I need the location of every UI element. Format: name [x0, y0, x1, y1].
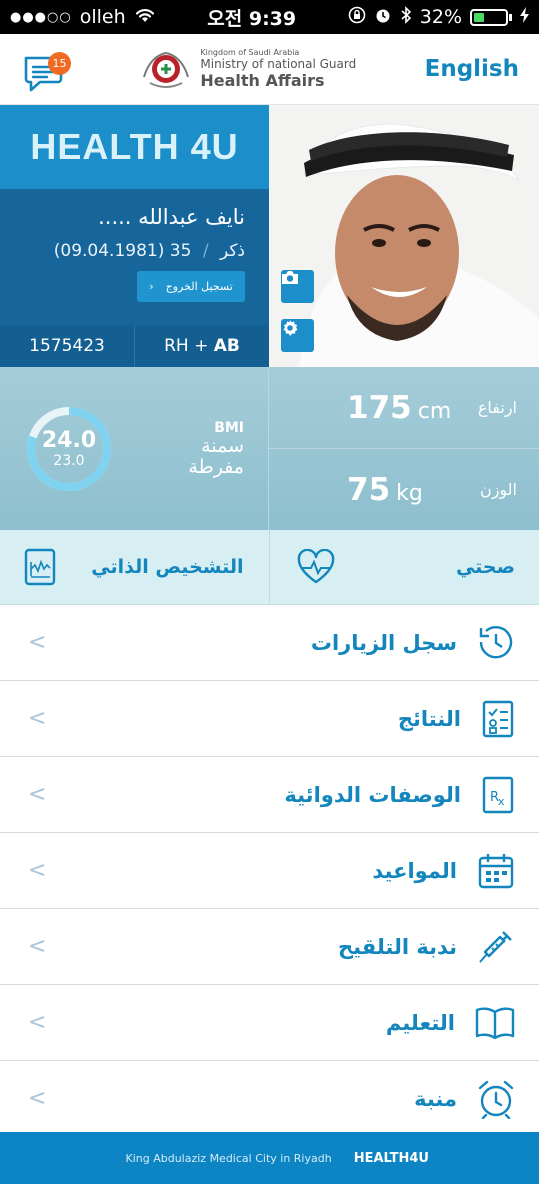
ministry-emblem-icon	[143, 51, 190, 88]
svg-text:x: x	[498, 795, 505, 808]
org-department: Health Affairs	[200, 71, 325, 90]
blood-type: AB	[213, 336, 240, 356]
battery-icon	[470, 8, 512, 26]
camera-icon	[282, 271, 298, 284]
wifi-icon	[134, 6, 156, 28]
self-diagnosis-button[interactable]: التشخيص الذاتي	[0, 530, 270, 604]
chevron-left-icon: <	[28, 630, 47, 655]
bmi-value: 24.0	[41, 428, 97, 453]
chevron-left-icon: <	[28, 934, 47, 959]
logout-label: تسجيل الخروج	[165, 280, 233, 293]
patient-info: نايف عبدالله ..... ذكر / 35 (09.04.1981)…	[0, 189, 269, 325]
logout-button[interactable]: تسجيل الخروج ‹	[137, 271, 245, 302]
calendar-icon	[478, 853, 514, 888]
height-unit: cm	[417, 398, 452, 424]
bmi-classification: سمنة مفرطة	[188, 434, 244, 478]
menu-item-label: سجل الزيارات	[310, 630, 457, 655]
camera-button[interactable]	[281, 270, 314, 303]
syringe-icon	[479, 930, 512, 963]
gear-icon	[283, 320, 298, 336]
medical-record-number: 1575423	[29, 336, 105, 356]
prescription-rx-icon: Rx	[482, 776, 514, 813]
top-bar: 15 Kingdom of Saudi Arabia Ministry of n…	[0, 34, 539, 105]
diagnosis-chart-icon	[24, 548, 56, 586]
patient-age-dob: 35 (09.04.1981)	[53, 241, 192, 261]
chevron-left-icon: <	[28, 1086, 47, 1111]
menu-item-appointments[interactable]: < المواعيد	[0, 833, 539, 909]
org-ministry: Ministry of national Guard	[200, 57, 357, 71]
my-health-label: صحتي	[455, 556, 515, 578]
self-diagnosis-label: التشخيص الذاتي	[91, 556, 244, 578]
main-menu: < سجل الزيارات < النتائج < الوصفات الدوا…	[0, 605, 539, 1137]
settings-button[interactable]	[281, 319, 314, 352]
my-health-button[interactable]: صحتي	[270, 530, 539, 604]
bmi-label: BMI	[214, 419, 244, 436]
bmi-previous: 23.0	[53, 453, 85, 469]
menu-item-prescriptions[interactable]: < الوصفات الدوائية Rx	[0, 757, 539, 833]
language-toggle-button[interactable]: English	[425, 56, 519, 82]
footer-bar: King Abdulaziz Medical City in Riyadh HE…	[0, 1132, 539, 1184]
alarm-clock-icon	[478, 1080, 514, 1119]
heart-pulse-icon	[297, 549, 334, 584]
menu-item-vaccination[interactable]: < ندبة التلقيح	[0, 909, 539, 985]
height-row[interactable]: 175 cm ارتفاع	[269, 367, 539, 448]
rotation-lock-icon	[348, 6, 366, 29]
menu-item-label: منبة	[414, 1086, 457, 1111]
bmi-panel[interactable]: 24.0 23.0 BMI سمنة مفرطة	[0, 367, 269, 530]
messages-button[interactable]: 15	[22, 44, 72, 94]
charging-bolt-icon	[520, 6, 529, 28]
chevron-left-icon: <	[28, 706, 47, 731]
menu-item-label: المواعيد	[372, 858, 457, 883]
footer-app-name: HEALTH4U	[353, 1150, 429, 1166]
battery-percent: 32%	[419, 6, 462, 28]
chevron-left-icon: <	[28, 782, 47, 807]
patient-ids: 1575423 RH + AB	[0, 325, 269, 367]
carrier-name: olleh	[79, 6, 126, 28]
menu-item-label: التعليم	[385, 1010, 455, 1035]
menu-item-label: النتائج	[397, 706, 461, 731]
results-checklist-icon	[482, 700, 514, 737]
menu-item-label: الوصفات الدوائية	[284, 782, 461, 807]
profile-photo[interactable]	[269, 105, 539, 367]
book-icon	[475, 1006, 515, 1039]
blood-rh: RH +	[164, 336, 209, 356]
height-label: ارتفاع	[477, 398, 517, 417]
bluetooth-icon	[400, 5, 412, 29]
weight-row[interactable]: 75 kg الوزن	[269, 448, 539, 530]
menu-item-results[interactable]: < النتائج	[0, 681, 539, 757]
menu-item-education[interactable]: < التعليم	[0, 985, 539, 1061]
status-time: 오전 9:39	[207, 7, 297, 30]
patient-name: نايف عبدالله .....	[98, 205, 245, 229]
app-logo: HEALTH 4U	[0, 105, 269, 189]
weight-unit: kg	[396, 480, 423, 506]
menu-item-alarm[interactable]: < منبة	[0, 1061, 539, 1137]
status-bar: ●●●○○ olleh 오전 9:39 32%	[0, 0, 539, 34]
menu-item-label: ندبة التلقيح	[338, 934, 457, 959]
menu-item-visit-history[interactable]: < سجل الزيارات	[0, 605, 539, 681]
ministry-branding: Kingdom of Saudi Arabia Ministry of nati…	[140, 45, 356, 93]
vitals-section: 24.0 23.0 BMI سمنة مفرطة 175 cm ارتفاع 75…	[0, 367, 539, 530]
chevron-left-icon: <	[28, 1010, 47, 1035]
height-value: 175	[347, 389, 412, 426]
chevron-left-icon: ‹	[149, 280, 154, 293]
patient-gender: ذكر	[219, 241, 245, 261]
weight-label: الوزن	[479, 480, 517, 499]
footer-location: King Abdulaziz Medical City in Riyadh	[125, 1151, 332, 1165]
unread-count-badge: 15	[48, 52, 71, 75]
signal-dots-icon: ●●●○○	[10, 9, 72, 25]
bmi-ring: 24.0 23.0	[24, 404, 114, 494]
weight-value: 75	[347, 471, 391, 508]
blood-group: RH + AB	[134, 325, 269, 367]
chevron-left-icon: <	[28, 858, 47, 883]
visit-history-icon	[479, 625, 513, 658]
alarm-icon	[374, 6, 392, 29]
org-country: Kingdom of Saudi Arabia	[200, 48, 300, 57]
quick-actions: التشخيص الذاتي صحتي	[0, 530, 539, 605]
profile-section: HEALTH 4U نايف عبدالله ..... ذكر / 35 (0…	[0, 105, 539, 367]
